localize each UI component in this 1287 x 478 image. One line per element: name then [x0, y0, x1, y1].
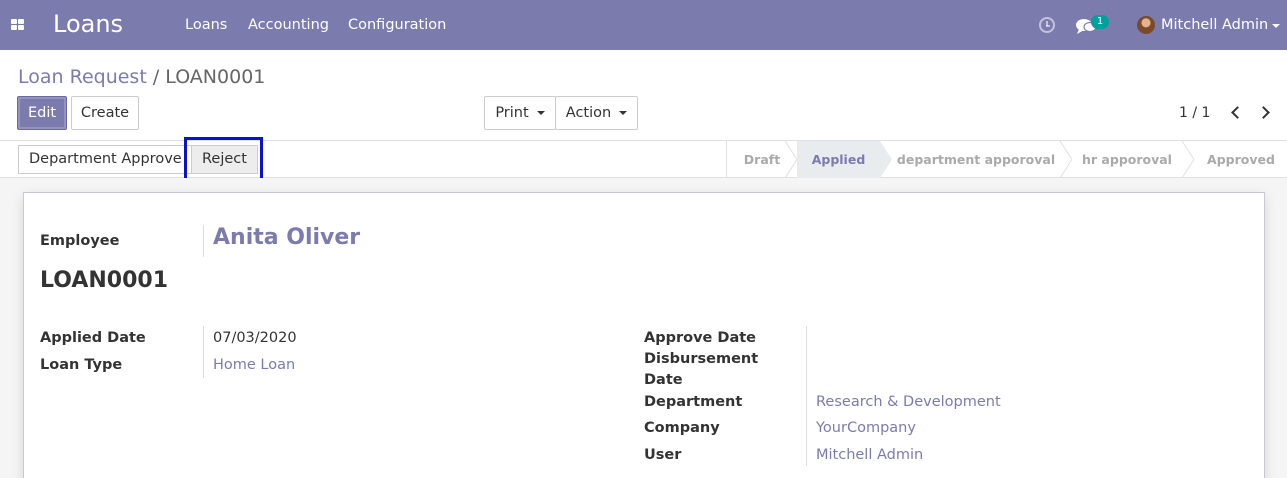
action-label: Action — [565, 105, 612, 121]
approve-date-label: Approve Date — [644, 330, 757, 346]
control-panel: Loan Request / LOAN0001 Edit Create Prin… — [0, 50, 1287, 141]
stage-approved[interactable]: Approved — [1194, 141, 1287, 178]
loan-type-field[interactable]: Home Loan — [213, 355, 295, 376]
chevron-down-icon — [619, 111, 628, 115]
user-field[interactable]: Mitchell Admin — [816, 445, 923, 466]
company-field[interactable]: YourCompany — [816, 418, 916, 439]
activity-clock-icon[interactable] — [1039, 17, 1055, 33]
field-divider — [806, 326, 807, 466]
reject-highlight-box — [184, 137, 263, 182]
loan-reference-title: LOAN0001 — [40, 268, 169, 293]
chat-count-badge: 1 — [1091, 15, 1109, 29]
field-divider — [203, 326, 204, 378]
menu-configuration[interactable]: Configuration — [348, 17, 446, 33]
stage-department-approval[interactable]: department apporoval — [892, 141, 1060, 178]
app-brand[interactable]: Loans — [53, 10, 123, 38]
user-label: User — [644, 447, 682, 463]
pager-value[interactable]: 1 / 1 — [1179, 105, 1210, 121]
user-avatar[interactable] — [1137, 16, 1155, 34]
breadcrumb-current: LOAN0001 — [165, 66, 266, 88]
pager-next-icon[interactable] — [1257, 106, 1270, 119]
employee-label: Employee — [40, 233, 120, 249]
chevron-down-icon — [536, 111, 545, 115]
stage-arrow-icon — [1060, 141, 1072, 178]
action-dropdown[interactable]: Action — [555, 96, 638, 130]
menu-accounting[interactable]: Accounting — [248, 17, 329, 33]
employee-field[interactable]: Anita Oliver — [213, 225, 360, 250]
breadcrumb-separator: / — [152, 66, 160, 88]
create-button[interactable]: Create — [71, 96, 139, 130]
applied-date-field[interactable]: 07/03/2020 — [213, 328, 297, 349]
breadcrumb-parent-link[interactable]: Loan Request — [18, 66, 147, 88]
print-label: Print — [495, 105, 529, 121]
top-navbar: Loans Loans Accounting Configuration 1 M… — [0, 0, 1287, 50]
company-label: Company — [644, 420, 720, 436]
department-field[interactable]: Research & Development — [816, 392, 1001, 413]
stage-arrow-icon — [1182, 141, 1194, 178]
breadcrumb: Loan Request / LOAN0001 — [18, 66, 265, 88]
user-menu-caret-icon[interactable] — [1272, 24, 1280, 28]
edit-button[interactable]: Edit — [17, 96, 67, 130]
stage-arrow-icon — [880, 141, 892, 178]
pager-previous-icon[interactable] — [1231, 106, 1244, 119]
field-divider — [203, 225, 204, 257]
apps-menu-icon[interactable] — [11, 19, 24, 30]
disbursement-date-label-line2: Date — [644, 372, 683, 388]
print-dropdown[interactable]: Print — [484, 96, 556, 130]
applied-date-label: Applied Date — [40, 330, 146, 346]
loan-type-label: Loan Type — [40, 357, 123, 373]
stage-applied[interactable]: Applied — [797, 141, 880, 178]
user-menu[interactable]: Mitchell Admin — [1161, 17, 1268, 33]
stage-hr-approval[interactable]: hr apporoval — [1072, 141, 1182, 178]
menu-loans[interactable]: Loans — [185, 17, 227, 33]
department-label: Department — [644, 394, 743, 410]
department-approve-button[interactable]: Department Approve — [18, 145, 193, 174]
disbursement-date-label: Disbursement — [644, 351, 759, 367]
stage-arrow-icon — [785, 141, 797, 178]
stage-pipeline: Draft Applied department apporoval hr ap… — [726, 141, 1287, 178]
